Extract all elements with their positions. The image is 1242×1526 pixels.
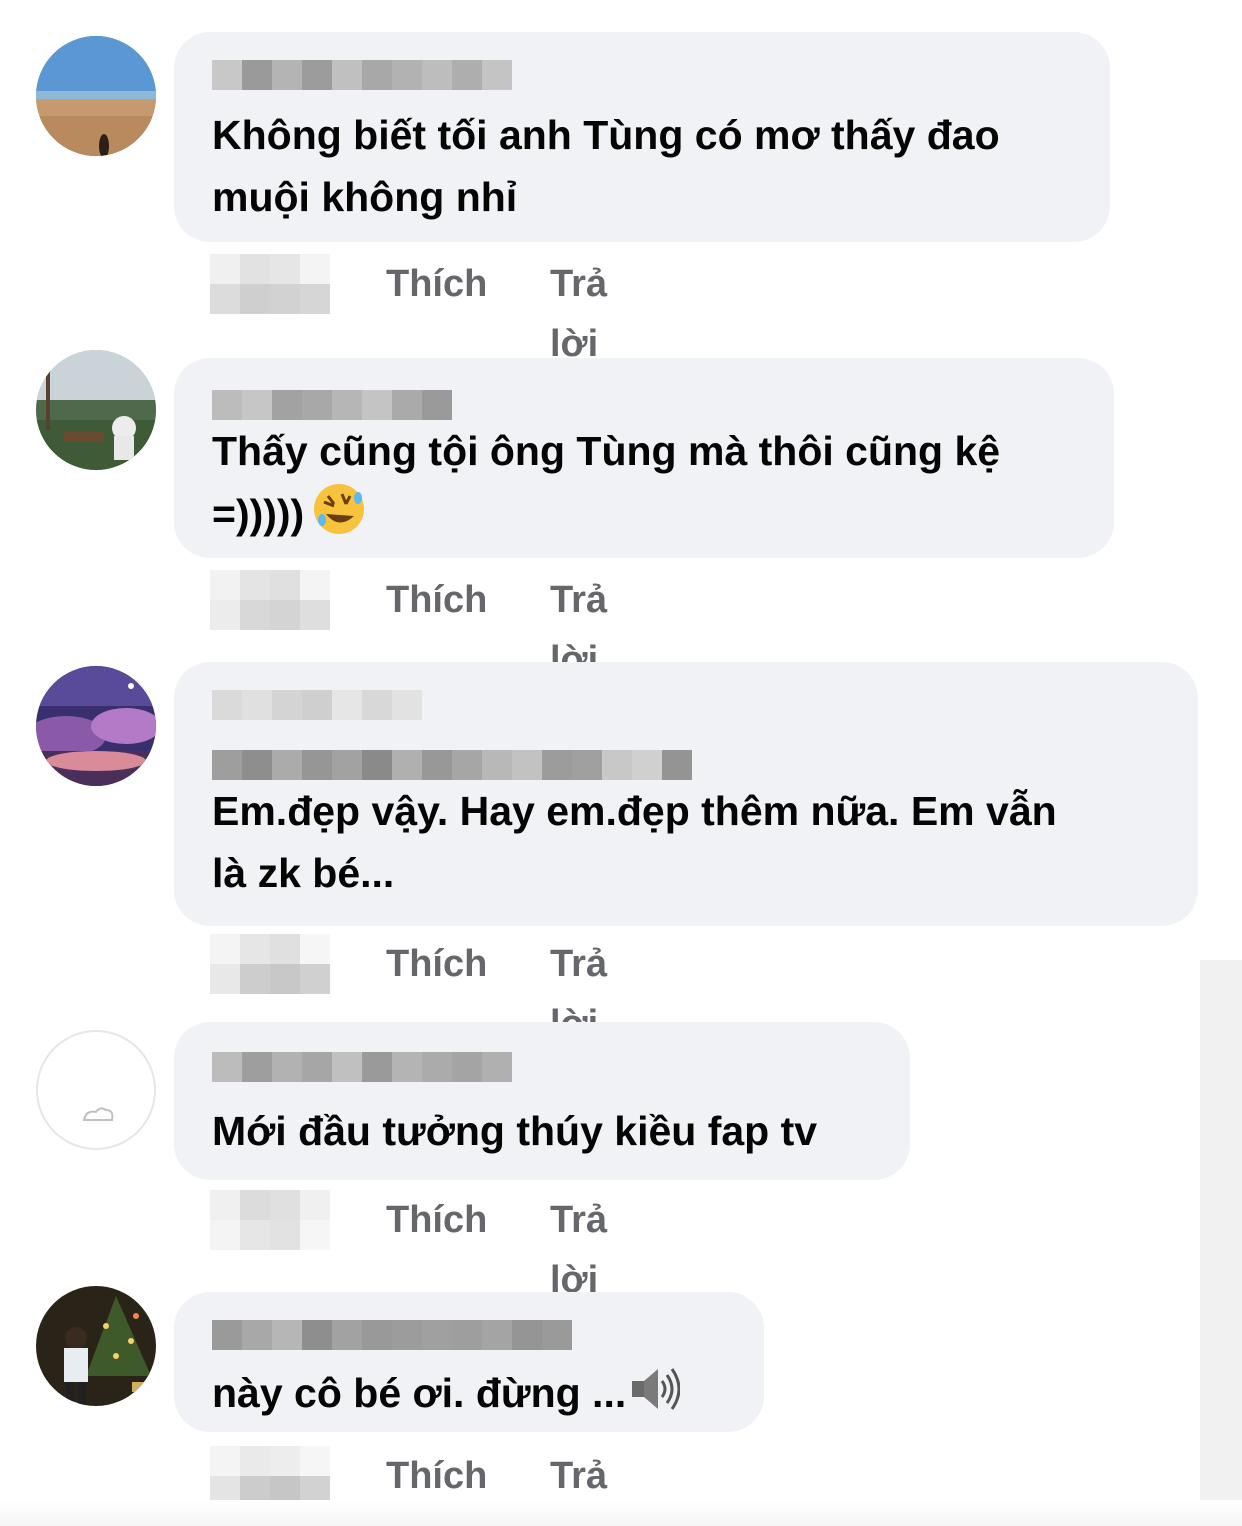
timestamp[interactable] (210, 934, 330, 994)
scrollbar[interactable] (1200, 960, 1242, 1500)
speaker-icon (628, 1363, 681, 1432)
reply-button[interactable]: Trả lời (550, 254, 607, 374)
avatar[interactable] (36, 1030, 156, 1150)
author-name[interactable] (212, 390, 1078, 420)
comment-text: Không biết tối anh Tùng có mơ thấy đao m… (212, 112, 1000, 220)
comment-text: Mới đầu tưởng thúy kiều fap tv (212, 1108, 818, 1154)
comment-bubble: Mới đầu tưởng thúy kiều fap tv (174, 1022, 910, 1180)
author-name[interactable] (212, 1320, 728, 1350)
comment-text-content: này cô bé ơi. đừng ... (212, 1370, 627, 1416)
avatar[interactable] (36, 350, 156, 470)
like-button[interactable]: Thích (386, 1446, 487, 1506)
timestamp[interactable] (210, 254, 330, 314)
avatar[interactable] (36, 666, 156, 786)
comment-bubble: Thấy cũng tội ông Tùng mà thôi cũng kệ =… (174, 358, 1114, 558)
like-button[interactable]: Thích (386, 254, 487, 314)
like-button[interactable]: Thích (386, 1190, 487, 1250)
timestamp[interactable] (210, 570, 330, 630)
timestamp[interactable] (210, 1190, 330, 1250)
comment-bubble: này cô bé ơi. đừng ... (174, 1292, 764, 1432)
bottom-edge (0, 1500, 1242, 1526)
author-name[interactable] (212, 60, 1074, 90)
avatar[interactable] (36, 1286, 156, 1406)
author-name-line-2 (212, 750, 1162, 780)
comments-thread: Không biết tối anh Tùng có mơ thấy đao m… (0, 0, 1242, 1526)
comment-text: này cô bé ơi. đừng ... (212, 1362, 728, 1432)
rolling-on-floor-laughing-emoji (312, 482, 366, 553)
comment-bubble: Không biết tối anh Tùng có mơ thấy đao m… (174, 32, 1110, 242)
author-name[interactable] (212, 690, 1162, 720)
comment-text: Em.đẹp vậy. Hay em.đẹp thêm nữa. Em vẫn … (212, 788, 1057, 896)
comment-text: Thấy cũng tội ông Tùng mà thôi cũng kệ =… (212, 420, 1078, 553)
like-button[interactable]: Thích (386, 934, 487, 994)
comment-bubble: Em.đẹp vậy. Hay em.đẹp thêm nữa. Em vẫn … (174, 662, 1198, 926)
avatar[interactable] (36, 36, 156, 156)
author-name[interactable] (212, 1052, 874, 1082)
timestamp[interactable] (210, 1446, 330, 1506)
like-button[interactable]: Thích (386, 570, 487, 630)
